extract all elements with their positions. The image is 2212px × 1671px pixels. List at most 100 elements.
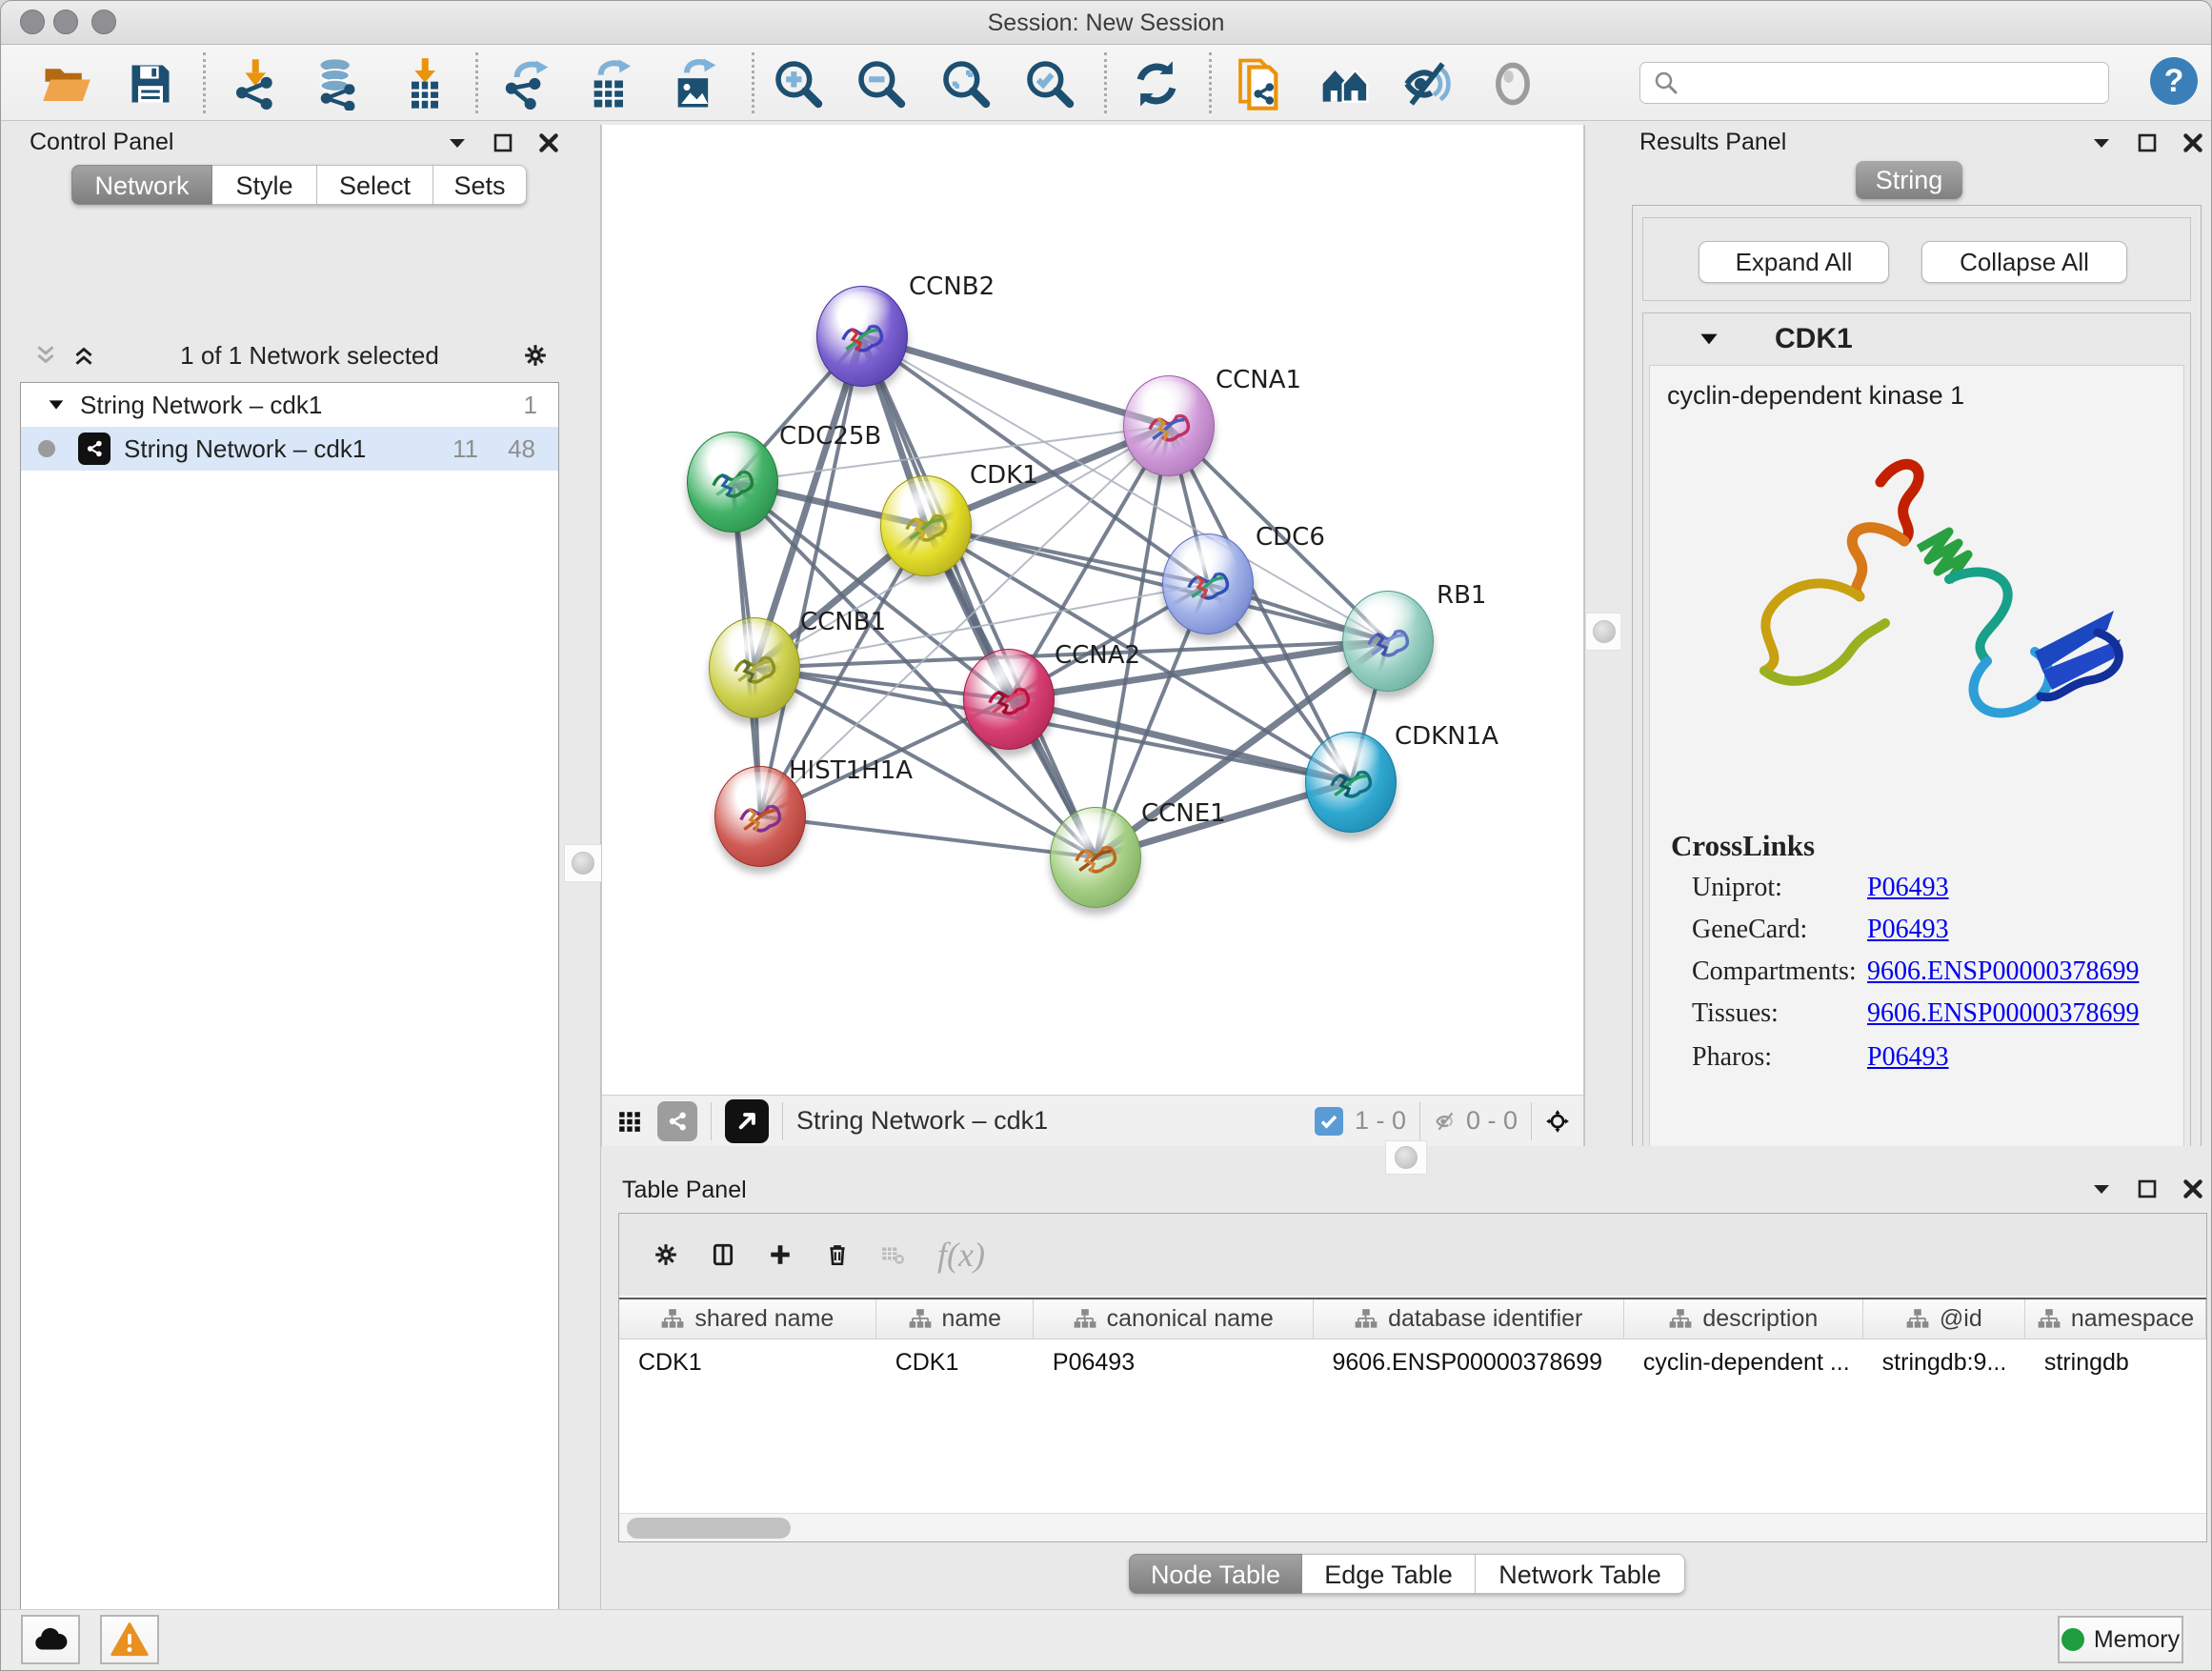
column-header-namespace[interactable]: namespace (2025, 1299, 2206, 1339)
horizontal-splitter-handle[interactable] (1385, 1140, 1427, 1175)
string-view-icon[interactable] (657, 1101, 697, 1141)
network-node-rb1[interactable] (1342, 591, 1434, 692)
close-panel-icon[interactable] (536, 131, 561, 155)
network-canvas[interactable]: CCNB2 CCNA1 CDC25B CDK1 CDC6 RB1 CCNB1 (601, 125, 1584, 1095)
open-in-new-window-icon[interactable] (725, 1099, 769, 1143)
collection-expand-caret-icon[interactable] (46, 394, 67, 415)
table-header-row[interactable]: shared name name canonical name database… (619, 1298, 2206, 1339)
tab-select[interactable]: Select (317, 165, 433, 205)
open-session-button[interactable] (39, 56, 94, 111)
network-node-cdkn1a[interactable] (1305, 732, 1397, 833)
network-edge[interactable] (760, 816, 1096, 857)
collapse-all-button[interactable]: Collapse All (1921, 241, 2127, 283)
network-node-cdc6[interactable] (1162, 534, 1254, 634)
save-session-button[interactable] (123, 56, 178, 111)
table-row[interactable]: CDK1CDK1P064939606.ENSP00000378699cyclin… (619, 1341, 2206, 1383)
collapse-all-networks-icon[interactable] (33, 343, 58, 368)
enable-glass-button[interactable] (1399, 56, 1455, 111)
cloud-button[interactable] (21, 1615, 80, 1664)
crosslink-compartments-link[interactable]: 9606.ENSP00000378699 (1867, 956, 2139, 987)
network-node-cdc25b[interactable] (687, 432, 778, 533)
zoom-selected-button[interactable] (1022, 56, 1077, 111)
float-panel-icon[interactable] (2089, 1177, 2114, 1201)
table-cell[interactable]: stringdb:9... (1863, 1341, 2025, 1383)
function-builder-fx[interactable]: f(x) (937, 1235, 985, 1275)
network-node-ccnb2[interactable] (816, 286, 908, 387)
network-node-ccna1[interactable] (1123, 375, 1215, 476)
table-cell[interactable]: stringdb (2025, 1341, 2206, 1383)
tab-style[interactable]: Style (212, 165, 317, 205)
maximize-panel-icon[interactable] (491, 131, 515, 155)
tab-network[interactable]: Network (71, 165, 212, 205)
section-collapse-caret-icon[interactable] (1697, 327, 1721, 352)
search-input[interactable] (1688, 69, 2108, 97)
column-header-description[interactable]: description (1624, 1299, 1863, 1339)
create-column-plus-icon[interactable] (768, 1242, 793, 1267)
tab-edge-table[interactable]: Edge Table (1302, 1554, 1476, 1594)
right-splitter-handle[interactable] (1585, 613, 1623, 651)
table-cell[interactable]: P06493 (1034, 1341, 1314, 1383)
left-splitter-handle[interactable] (564, 844, 602, 882)
expand-all-button[interactable]: Expand All (1699, 241, 1889, 283)
delete-table-icon[interactable] (880, 1242, 905, 1267)
zoom-in-button[interactable] (771, 56, 826, 111)
close-panel-icon[interactable] (2181, 131, 2205, 155)
show-columns-icon[interactable] (711, 1242, 735, 1267)
scrollbar-thumb[interactable] (627, 1518, 791, 1539)
table-settings-gear-icon[interactable] (654, 1242, 678, 1267)
refresh-view-button[interactable] (1129, 56, 1184, 111)
table-cell[interactable]: CDK1 (619, 1341, 876, 1383)
float-panel-icon[interactable] (2089, 131, 2114, 155)
network-row-selected[interactable]: String Network – cdk1 11 48 (21, 427, 558, 471)
import-table-button[interactable] (397, 56, 452, 111)
network-node-ccna2[interactable] (963, 649, 1055, 750)
birdseye-crosshair-icon[interactable] (1545, 1109, 1570, 1134)
hidden-eye-slash-icon[interactable] (1434, 1109, 1458, 1134)
export-network-button[interactable] (498, 56, 553, 111)
delete-column-trash-icon[interactable] (825, 1242, 850, 1267)
maximize-panel-icon[interactable] (2135, 1177, 2160, 1201)
help-button[interactable]: ? (2150, 57, 2198, 105)
close-panel-icon[interactable] (2181, 1177, 2205, 1201)
crosslink-genecard-link[interactable]: P06493 (1867, 915, 1949, 945)
left-splitter[interactable] (567, 125, 601, 1609)
table-cell[interactable]: 9606.ENSP00000378699 (1313, 1341, 1623, 1383)
string-import-button[interactable] (1233, 56, 1288, 111)
network-node-ccnb1[interactable] (709, 617, 800, 718)
table-cell[interactable]: CDK1 (876, 1341, 1034, 1383)
search-field[interactable] (1639, 62, 2109, 104)
tab-node-table[interactable]: Node Table (1129, 1554, 1302, 1594)
network-collection-row[interactable]: String Network – cdk1 1 (21, 383, 558, 427)
network-node-ccne1[interactable] (1050, 807, 1141, 908)
import-network-from-database-button[interactable] (310, 56, 365, 111)
network-edge[interactable] (760, 336, 862, 816)
tab-sets[interactable]: Sets (433, 165, 527, 205)
selected-checkbox-icon[interactable] (1315, 1107, 1343, 1136)
expand-all-networks-icon[interactable] (71, 343, 96, 368)
network-options-gear-icon[interactable] (523, 343, 548, 368)
table-horizontal-scrollbar[interactable] (619, 1513, 2206, 1541)
disable-glass-button[interactable] (1485, 56, 1540, 111)
tab-string[interactable]: String (1856, 161, 1962, 199)
zoom-out-button[interactable] (854, 56, 909, 111)
memory-button[interactable]: Memory (2058, 1616, 2183, 1663)
network-node-cdk1[interactable] (880, 475, 972, 576)
export-table-button[interactable] (582, 56, 637, 111)
zoom-fit-button[interactable] (938, 56, 994, 111)
string-home-button[interactable] (1317, 56, 1373, 111)
table-cell[interactable]: cyclin-dependent ... (1624, 1341, 1863, 1383)
tab-network-table[interactable]: Network Table (1476, 1554, 1685, 1594)
warning-button[interactable] (100, 1615, 159, 1664)
crosslink-tissues-link[interactable]: 9606.ENSP00000378699 (1867, 998, 2139, 1029)
grid-view-icon[interactable] (617, 1109, 642, 1134)
crosslink-uniprot-link[interactable]: P06493 (1867, 873, 1949, 903)
network-edge[interactable] (862, 336, 1169, 426)
column-header-canonical-name[interactable]: canonical name (1034, 1299, 1314, 1339)
float-panel-icon[interactable] (445, 131, 470, 155)
column-header--id[interactable]: @id (1863, 1299, 2025, 1339)
crosslink-pharos-link[interactable]: P06493 (1867, 1042, 1949, 1073)
horizontal-splitter[interactable] (601, 1146, 2212, 1175)
column-header-name[interactable]: name (876, 1299, 1034, 1339)
import-network-button[interactable] (228, 56, 283, 111)
column-header-database-identifier[interactable]: database identifier (1314, 1299, 1624, 1339)
